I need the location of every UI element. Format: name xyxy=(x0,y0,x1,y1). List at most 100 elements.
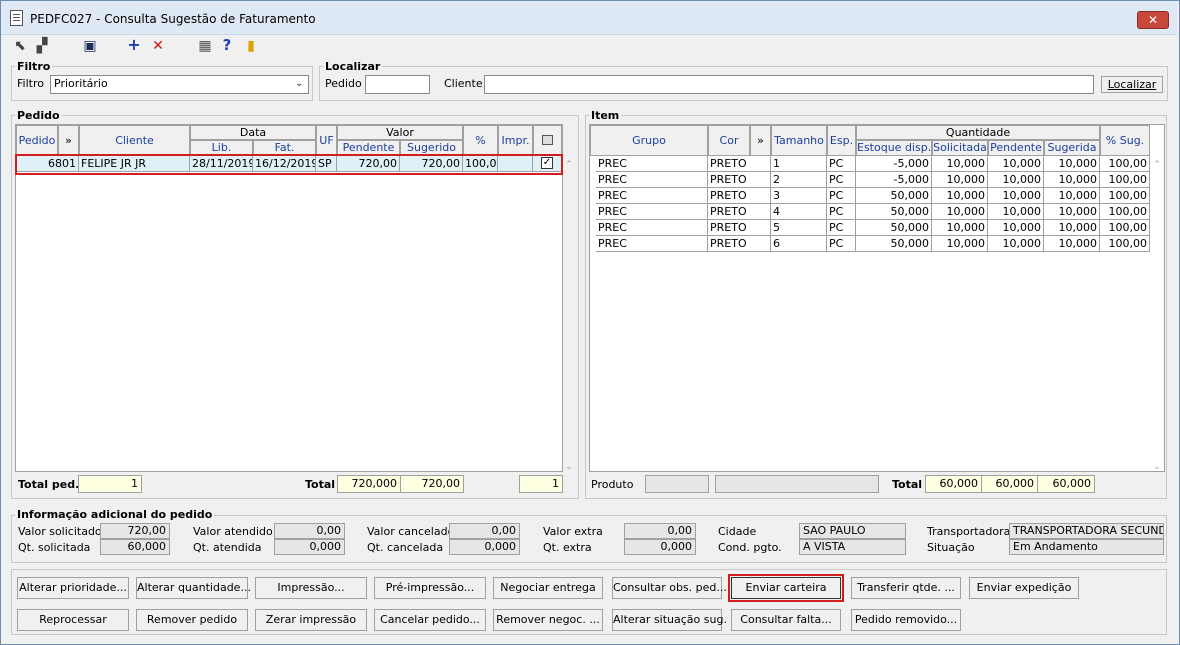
remover-pedido-button[interactable]: Remover pedido xyxy=(136,609,248,631)
cascade-windows-icon[interactable]: ▞ xyxy=(34,38,50,54)
item-tamanho: 5 xyxy=(771,220,827,236)
item-row[interactable]: PREC PRETO 3 PC 50,000 10,000 10,000 10,… xyxy=(596,188,1150,204)
item-scroll-up-icon[interactable]: ⌃ xyxy=(1152,160,1162,170)
reprocessar-button[interactable]: Reprocessar xyxy=(17,609,129,631)
item-pendente: 10,000 xyxy=(988,172,1044,188)
cancelar-pedido-button[interactable]: Cancelar pedido... xyxy=(374,609,486,631)
col-grupo[interactable]: Grupo xyxy=(590,125,708,156)
pedido-grid xyxy=(15,124,563,472)
consultar-obs-button[interactable]: Consultar obs. ped... xyxy=(612,577,727,599)
item-solicitada: 10,000 xyxy=(932,172,988,188)
filtro-select[interactable]: Prioritário xyxy=(50,75,309,94)
impressao-button[interactable]: Impressão... xyxy=(255,577,367,599)
calculator-icon[interactable]: ▦ xyxy=(197,38,213,54)
produto-code xyxy=(645,475,709,493)
transportadora-label: Transportadora xyxy=(927,525,1011,538)
item-total-pendente: 60,000 xyxy=(981,475,1038,493)
pedido-search-input[interactable] xyxy=(365,75,430,94)
close-button[interactable]: ✕ xyxy=(1137,11,1169,29)
help-icon[interactable]: ? xyxy=(220,37,234,53)
item-tamanho: 1 xyxy=(771,156,827,172)
alterar-quantidade-button[interactable]: Alterar quantidade... xyxy=(136,577,251,599)
cliente-search-input[interactable] xyxy=(484,75,1094,94)
transferir-qtde-button[interactable]: Transferir qtde. ... xyxy=(851,577,961,599)
col-estoque[interactable]: Estoque disp. xyxy=(856,140,932,156)
item-tamanho: 2 xyxy=(771,172,827,188)
col-uf[interactable]: UF xyxy=(316,125,337,156)
pre-impressao-button[interactable]: Pré-impressão... xyxy=(374,577,486,599)
localizar-button-label: Localizar xyxy=(1107,78,1157,91)
add-icon[interactable]: + xyxy=(127,37,141,53)
col-pct-sug[interactable]: % Sug. xyxy=(1100,125,1150,156)
item-esp: PC xyxy=(827,220,856,236)
item-sugerida: 10,000 xyxy=(1044,220,1100,236)
cidade-value: SAO PAULO xyxy=(799,523,906,539)
qt-solicitada-value: 60,000 xyxy=(100,539,170,555)
cursor-select-icon[interactable]: ⬉ xyxy=(12,38,28,54)
total-ped-label: Total ped. xyxy=(18,478,80,491)
item-esp: PC xyxy=(827,188,856,204)
col-impr[interactable]: Impr. xyxy=(498,125,533,156)
item-sugerida: 10,000 xyxy=(1044,156,1100,172)
item-row[interactable]: PREC PRETO 5 PC 50,000 10,000 10,000 10,… xyxy=(596,220,1150,236)
highlight-box xyxy=(15,154,563,175)
scroll-down-icon[interactable]: ⌄ xyxy=(564,462,574,472)
negociar-entrega-button[interactable]: Negociar entrega xyxy=(493,577,603,599)
enviar-expedicao-button[interactable]: Enviar expedição xyxy=(969,577,1079,599)
qt-cancelada-value: 0,000 xyxy=(449,539,520,555)
item-sugerida: 10,000 xyxy=(1044,236,1100,252)
save-icon[interactable]: ▣ xyxy=(82,38,98,54)
col-tamanho[interactable]: Tamanho xyxy=(771,125,827,156)
chevron-down-icon[interactable]: ⌄ xyxy=(295,78,303,89)
valor-cancelado-value: 0,00 xyxy=(449,523,520,539)
zerar-impressao-button[interactable]: Zerar impressão xyxy=(255,609,367,631)
valor-solicitado-value: 720,00 xyxy=(100,523,170,539)
item-pendente: 10,000 xyxy=(988,156,1044,172)
cliente-search-label: Cliente xyxy=(444,77,483,90)
item-row[interactable]: PREC PRETO 4 PC 50,000 10,000 10,000 10,… xyxy=(596,204,1150,220)
filtro-select-value: Prioritário xyxy=(54,77,108,90)
total-ped-value: 1 xyxy=(78,475,142,493)
item-scroll-down-icon[interactable]: ⌄ xyxy=(1152,462,1162,472)
exit-door-icon[interactable]: ▮ xyxy=(243,38,259,54)
item-cor: PRETO xyxy=(708,236,771,252)
col-sugerida[interactable]: Sugerida xyxy=(1044,140,1100,156)
localizar-group-title: Localizar xyxy=(323,60,383,73)
col-quantidade: Quantidade xyxy=(856,125,1100,140)
col-valor: Valor xyxy=(337,125,463,140)
item-row[interactable]: PREC PRETO 1 PC -5,000 10,000 10,000 10,… xyxy=(596,156,1150,172)
item-row[interactable]: PREC PRETO 2 PC -5,000 10,000 10,000 10,… xyxy=(596,172,1150,188)
remover-negoc-button[interactable]: Remover negoc. ... xyxy=(493,609,603,631)
qt-extra-value: 0,000 xyxy=(624,539,696,555)
col-solicitada[interactable]: Solicitada xyxy=(932,140,988,156)
item-estoque: 50,000 xyxy=(856,220,932,236)
delete-icon[interactable]: ✕ xyxy=(151,38,165,54)
item-grupo: PREC xyxy=(596,172,708,188)
item-row[interactable]: PREC PRETO 6 PC 50,000 10,000 10,000 10,… xyxy=(596,236,1150,252)
item-pct: 100,00 xyxy=(1100,204,1150,220)
col-pct[interactable]: % xyxy=(463,125,498,156)
alterar-prioridade-button[interactable]: Alterar prioridade... xyxy=(17,577,129,599)
item-cor: PRETO xyxy=(708,156,771,172)
col-cor[interactable]: Cor xyxy=(708,125,750,156)
scroll-up-icon[interactable]: ⌃ xyxy=(564,160,574,170)
consultar-falta-button[interactable]: Consultar falta... xyxy=(731,609,841,631)
col-item-more[interactable]: » xyxy=(750,125,771,156)
item-cor: PRETO xyxy=(708,220,771,236)
info-group xyxy=(11,515,1167,563)
col-cliente[interactable]: Cliente xyxy=(79,125,190,156)
col-item-pendente[interactable]: Pendente xyxy=(988,140,1044,156)
col-select-all[interactable] xyxy=(533,125,562,156)
item-pct: 100,00 xyxy=(1100,172,1150,188)
pedido-search-label: Pedido xyxy=(325,77,362,90)
pedido-group-title: Pedido xyxy=(15,109,62,122)
alterar-situacao-button[interactable]: Alterar situação sug. xyxy=(612,609,727,631)
situacao-label: Situação xyxy=(927,541,975,554)
col-pedido[interactable]: Pedido xyxy=(16,125,58,156)
item-sugerida: 10,000 xyxy=(1044,188,1100,204)
col-more[interactable]: » xyxy=(58,125,79,156)
col-esp[interactable]: Esp. xyxy=(827,125,856,156)
valor-atendido-label: Valor atendido xyxy=(193,525,273,538)
pedido-removido-button[interactable]: Pedido removido... xyxy=(851,609,961,631)
localizar-button[interactable]: Localizar xyxy=(1101,76,1163,93)
